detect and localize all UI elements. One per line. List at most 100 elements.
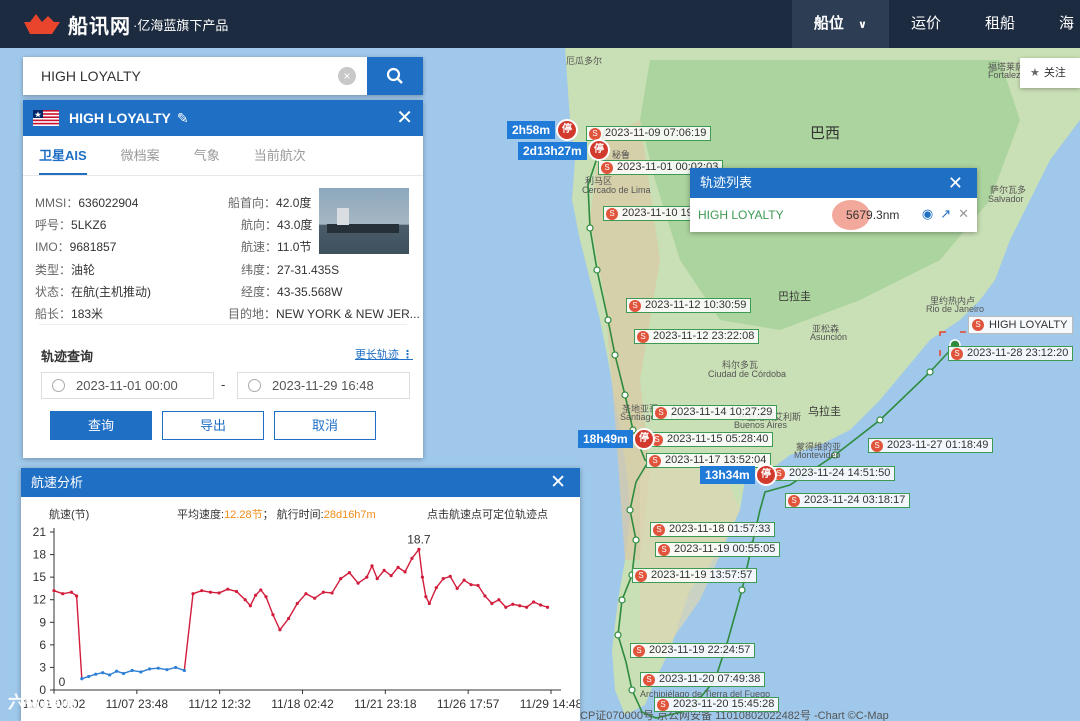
current-ship-tag[interactable]: S HIGH LOYALTY xyxy=(968,316,1074,334)
speed-point[interactable] xyxy=(441,577,445,581)
edit-icon[interactable]: ✎ xyxy=(177,110,189,127)
speed-point[interactable] xyxy=(339,577,343,581)
speed-point[interactable] xyxy=(226,587,230,591)
speed-point[interactable] xyxy=(94,672,98,676)
speed-point[interactable] xyxy=(259,588,263,592)
speed-point[interactable] xyxy=(420,575,425,579)
track-point-label[interactable]: S 2023-11-28 23:12:20 xyxy=(948,346,1074,361)
cancel-button[interactable]: 取消 xyxy=(274,411,376,440)
speed-chart[interactable]: 03691215182111/01 00:02 11/07 23:48 11/12 … xyxy=(21,520,580,720)
tab-current-voyage[interactable]: 当前航次 xyxy=(254,136,306,175)
speed-point[interactable] xyxy=(448,574,452,578)
tab-weather[interactable]: 气象 xyxy=(194,136,220,175)
speed-point[interactable] xyxy=(538,603,543,607)
stop-marker-icon[interactable]: 停 xyxy=(556,119,578,141)
speed-point[interactable] xyxy=(217,591,221,595)
speed-point[interactable] xyxy=(370,564,374,568)
speed-point[interactable] xyxy=(304,592,308,596)
clear-icon[interactable]: × xyxy=(338,67,356,85)
speed-point[interactable] xyxy=(434,586,438,590)
speed-point[interactable] xyxy=(174,665,178,670)
speed-point[interactable] xyxy=(532,600,536,604)
tab-profile[interactable]: 微档案 xyxy=(121,136,160,175)
speed-point[interactable] xyxy=(490,601,494,606)
track-point-label[interactable]: S 2023-11-18 01:57:33 xyxy=(650,522,776,537)
brand-logo[interactable]: 船讯网 ·亿海蓝旗下产品 xyxy=(22,10,228,39)
speed-point[interactable] xyxy=(208,590,212,594)
nav-item-freight[interactable]: 运价 xyxy=(889,0,963,48)
track-point-label[interactable]: S 2023-11-19 22:24:57 xyxy=(630,643,756,658)
speed-point[interactable] xyxy=(121,671,126,676)
speed-point[interactable] xyxy=(271,613,275,617)
speed-point[interactable] xyxy=(313,596,317,600)
stop-marker-icon[interactable]: 停 xyxy=(633,428,655,450)
speed-point[interactable] xyxy=(497,598,501,602)
date-from-input[interactable]: 2023-11-01 00:00 xyxy=(41,372,214,399)
close-icon[interactable]: ✕ xyxy=(396,108,413,128)
speed-point[interactable] xyxy=(156,666,160,670)
speed-point[interactable] xyxy=(87,674,91,679)
date-to-input[interactable]: 2023-11-29 16:48 xyxy=(237,372,410,399)
speed-point[interactable] xyxy=(375,577,379,581)
track-point-label[interactable]: S 2023-11-24 14:51:50 xyxy=(770,466,896,481)
speed-point[interactable] xyxy=(347,571,352,575)
search-input[interactable] xyxy=(23,57,333,95)
close-icon[interactable]: ✕ xyxy=(550,468,566,497)
speed-point[interactable] xyxy=(191,592,195,596)
tab-satellite-ais[interactable]: 卫星AIS xyxy=(39,136,87,175)
speed-point[interactable] xyxy=(455,586,459,591)
speed-point[interactable] xyxy=(518,604,522,608)
speed-point[interactable] xyxy=(483,594,487,598)
speed-point[interactable] xyxy=(417,547,421,551)
follow-button[interactable]: ★ 关注 xyxy=(1020,58,1080,88)
speed-point[interactable] xyxy=(101,671,105,675)
speed-point[interactable] xyxy=(462,578,466,582)
more-tracks-link[interactable]: 更长轨迹 ⋮ xyxy=(355,346,413,362)
speed-point[interactable] xyxy=(253,593,258,597)
stop-marker-icon[interactable]: 停 xyxy=(755,464,777,486)
speed-point[interactable] xyxy=(61,592,65,596)
track-point-label[interactable]: S 2023-11-12 10:30:59 xyxy=(626,298,752,313)
speed-point[interactable] xyxy=(69,590,73,594)
close-icon[interactable]: ✕ xyxy=(948,168,963,198)
delete-icon[interactable]: ✕ xyxy=(958,206,969,222)
track-point-label[interactable]: S 2023-11-24 03:18:17 xyxy=(785,493,911,508)
speed-point[interactable] xyxy=(382,568,386,572)
speed-point[interactable] xyxy=(165,668,169,672)
speed-point[interactable] xyxy=(365,575,369,579)
line-chart-icon[interactable]: ↗ xyxy=(940,206,951,222)
speed-point[interactable] xyxy=(286,616,291,621)
track-point-label[interactable]: S 2023-11-12 23:22:08 xyxy=(634,329,760,344)
speed-point[interactable] xyxy=(295,601,299,606)
speed-point[interactable] xyxy=(410,556,414,560)
speed-point[interactable] xyxy=(504,605,508,609)
eye-icon[interactable]: ◉ xyxy=(922,206,933,222)
speed-point[interactable] xyxy=(200,589,204,593)
speed-point[interactable] xyxy=(52,589,56,593)
speed-point[interactable] xyxy=(356,581,360,585)
ship-photo[interactable] xyxy=(319,188,409,254)
speed-point[interactable] xyxy=(476,583,480,588)
speed-point[interactable] xyxy=(545,605,550,609)
speed-point[interactable] xyxy=(330,591,334,595)
speed-point[interactable] xyxy=(248,604,252,608)
speed-point[interactable] xyxy=(424,595,428,599)
speed-point[interactable] xyxy=(243,598,247,602)
search-button[interactable] xyxy=(367,57,423,95)
query-button[interactable]: 查询 xyxy=(50,411,152,440)
track-point-label[interactable]: S 2023-11-20 15:45:28 xyxy=(654,697,780,712)
speed-point[interactable] xyxy=(234,589,239,594)
track-ship-name[interactable]: HIGH LOYALTY xyxy=(698,208,784,222)
speed-point[interactable] xyxy=(108,673,112,677)
track-point-label[interactable]: S 2023-11-14 10:27:29 xyxy=(652,405,778,420)
track-point-label[interactable]: S 2023-11-15 05:28:40 xyxy=(648,432,774,447)
speed-point[interactable] xyxy=(278,628,282,632)
track-point-label[interactable]: S 2023-11-10 19 xyxy=(603,206,698,221)
nav-item-charter[interactable]: 租船 xyxy=(963,0,1037,48)
nav-item-ship-position[interactable]: 船位 ∨ xyxy=(791,0,889,48)
export-button[interactable]: 导出 xyxy=(162,411,264,440)
speed-point[interactable] xyxy=(396,565,400,569)
speed-point[interactable] xyxy=(182,668,186,673)
speed-point[interactable] xyxy=(80,677,84,681)
track-point-label[interactable]: S 2023-11-27 01:18:49 xyxy=(868,438,994,453)
